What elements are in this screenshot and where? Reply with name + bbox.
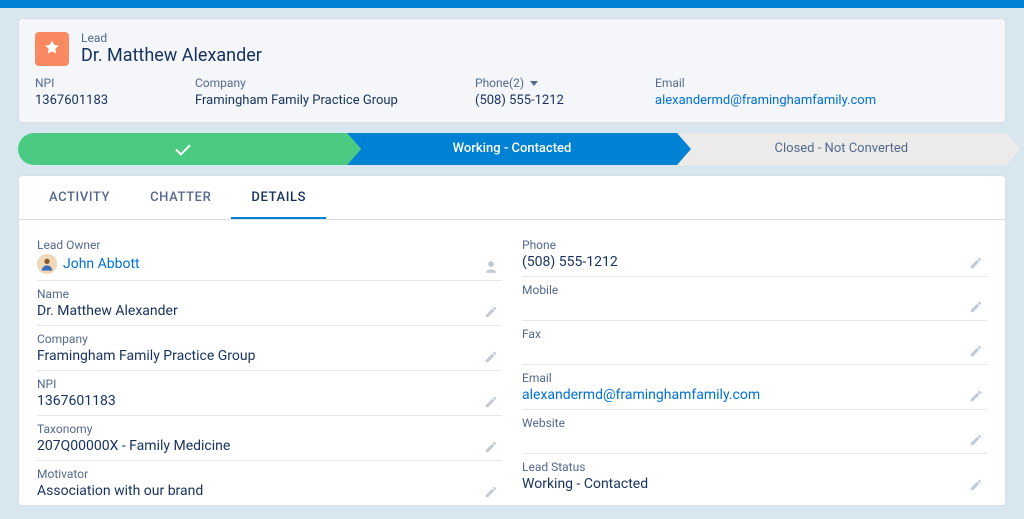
path-step-complete[interactable] [18,133,347,165]
field-name: Name Dr. Matthew Alexander [37,281,502,326]
path-step-future[interactable]: Closed - Not Converted [677,133,1006,165]
field-phone-value: (508) 555-1212 [522,254,987,270]
highlight-email-link[interactable]: alexandermd@framinghamfamily.com [655,93,876,108]
field-phone: Phone (508) 555-1212 [522,232,987,277]
edit-pencil-icon[interactable] [484,350,498,364]
field-fax: Fax [522,321,987,365]
field-motivator: Motivator Association with our brand [37,461,502,505]
check-icon [175,140,191,156]
edit-pencil-icon[interactable] [969,256,983,270]
edit-pencil-icon[interactable] [969,300,983,314]
field-lead-owner: Lead Owner John Abbott [37,232,502,281]
path-step-current-label: Working - Contacted [453,141,572,156]
edit-pencil-icon[interactable] [484,305,498,319]
field-npi-value: 1367601183 [37,393,502,409]
top-blue-bar [0,0,1024,8]
edit-pencil-icon[interactable] [484,395,498,409]
field-mobile-label: Mobile [522,283,987,297]
change-owner-icon[interactable] [484,260,498,274]
field-lead-status-label: Lead Status [522,460,987,474]
highlights-panel: NPI 1367601183 Company Framingham Family… [19,76,1005,122]
field-fax-label: Fax [522,327,987,341]
field-npi-label: NPI [37,377,502,391]
field-phone-label: Phone [522,238,987,252]
field-email: Email alexandermd@framinghamfamily.com [522,365,987,410]
edit-pencil-icon[interactable] [969,433,983,447]
lead-object-icon [35,32,69,66]
field-lead-status: Lead Status Working - Contacted [522,454,987,498]
field-company-label: Company [37,332,502,346]
field-company: Company Framingham Family Practice Group [37,326,502,371]
field-lead-owner-label: Lead Owner [37,238,502,252]
object-type-label: Lead [81,31,262,45]
field-website: Website [522,410,987,454]
field-name-value: Dr. Matthew Alexander [37,303,502,319]
field-motivator-value: Association with our brand [37,483,502,499]
field-name-label: Name [37,287,502,301]
path-step-current[interactable]: Working - Contacted [347,133,676,165]
details-left-column: Lead Owner John Abbott Name Dr. Matthew … [27,232,512,505]
tabset: Activity Chatter Details [19,176,1005,220]
chevron-down-icon [530,81,538,86]
field-website-label: Website [522,416,987,430]
field-lead-owner-link[interactable]: John Abbott [63,256,140,272]
highlight-phone-label-text: Phone(2) [475,76,524,90]
highlight-phone-label[interactable]: Phone(2) [475,76,595,90]
field-email-link[interactable]: alexandermd@framinghamfamily.com [522,387,760,403]
edit-pencil-icon[interactable] [969,344,983,358]
edit-pencil-icon[interactable] [484,485,498,499]
field-email-label: Email [522,371,987,385]
highlight-npi-value: 1367601183 [35,93,135,108]
field-motivator-label: Motivator [37,467,502,481]
field-mobile: Mobile [522,277,987,321]
tab-activity[interactable]: Activity [29,176,130,219]
avatar-icon [37,254,57,274]
highlight-npi-label: NPI [35,76,135,90]
edit-pencil-icon[interactable] [969,478,983,492]
record-name: Dr. Matthew Alexander [81,45,262,66]
field-taxonomy-value: 207Q00000X - Family Medicine [37,438,502,454]
field-npi: NPI 1367601183 [37,371,502,416]
tab-details[interactable]: Details [231,176,326,219]
highlight-company-value: Framingham Family Practice Group [195,93,415,108]
highlight-email-label: Email [655,76,905,90]
field-taxonomy-label: Taxonomy [37,422,502,436]
field-taxonomy: Taxonomy 207Q00000X - Family Medicine [37,416,502,461]
record-header-card: Lead Dr. Matthew Alexander NPI 136760118… [18,18,1006,123]
path-component: Working - Contacted Closed - Not Convert… [18,133,1006,165]
record-body-card: Activity Chatter Details Lead Owner John… [18,175,1006,506]
highlight-company-label: Company [195,76,415,90]
field-company-value: Framingham Family Practice Group [37,348,502,364]
edit-pencil-icon[interactable] [969,389,983,403]
details-right-column: Phone (508) 555-1212 Mobile Fax Email al… [512,232,997,505]
field-lead-status-value: Working - Contacted [522,476,987,492]
path-step-future-label: Closed - Not Converted [775,141,909,156]
edit-pencil-icon[interactable] [484,440,498,454]
tab-chatter[interactable]: Chatter [130,176,231,219]
highlight-phone-value: (508) 555-1212 [475,93,595,108]
